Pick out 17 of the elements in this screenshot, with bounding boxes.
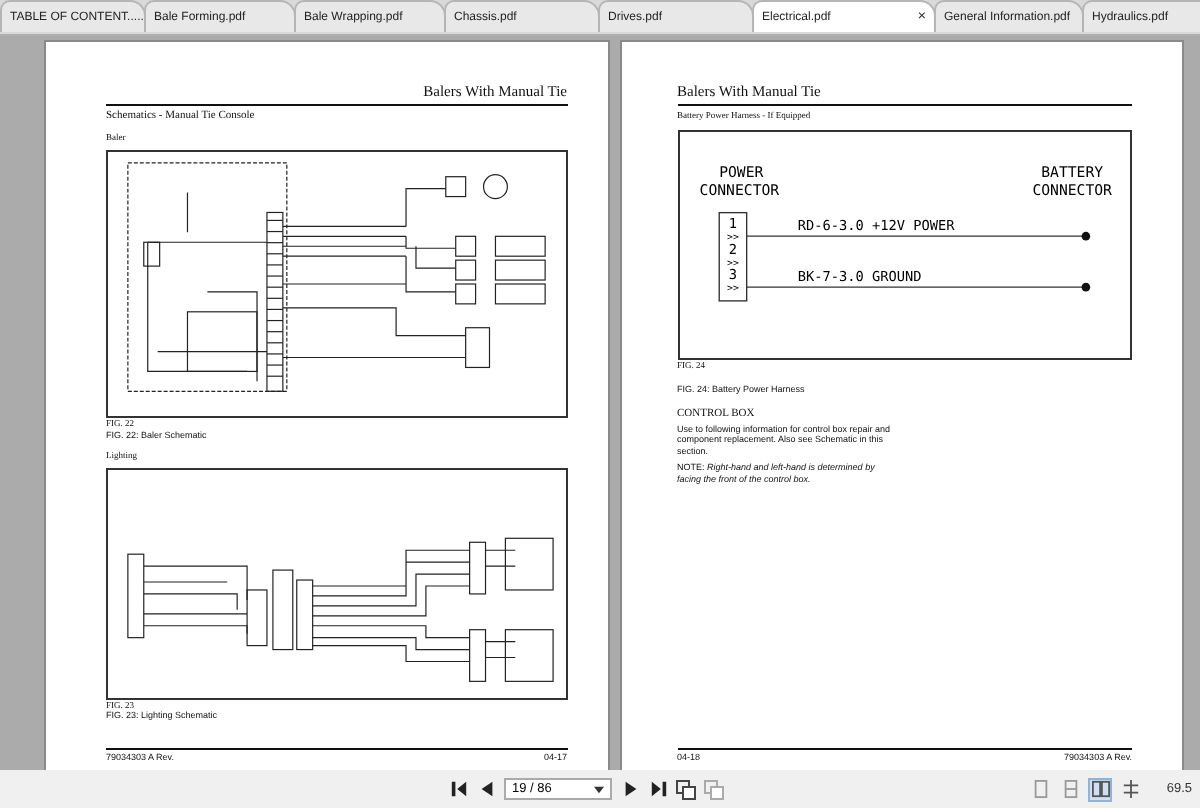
triangle-right-icon — [621, 780, 639, 798]
next-page-button[interactable] — [620, 778, 640, 800]
view-mode-button[interactable] — [1118, 777, 1143, 801]
page-view-icon — [1121, 780, 1140, 798]
connector-drawing — [717, 211, 747, 302]
page-view-icon — [1061, 780, 1080, 798]
page-layout-button[interactable] — [676, 778, 696, 800]
triangle-left-icon — [477, 780, 495, 798]
skip-forward-icon — [649, 780, 667, 798]
first-page-button[interactable] — [448, 778, 468, 800]
skip-back-icon — [449, 780, 467, 798]
caret-icon — [594, 785, 604, 793]
last-page-button[interactable] — [648, 778, 668, 800]
page-view-icon — [1091, 780, 1110, 798]
page-view-icon — [1031, 780, 1050, 798]
previous-page-button[interactable] — [476, 778, 496, 800]
view-mode-button[interactable] — [1088, 777, 1113, 801]
